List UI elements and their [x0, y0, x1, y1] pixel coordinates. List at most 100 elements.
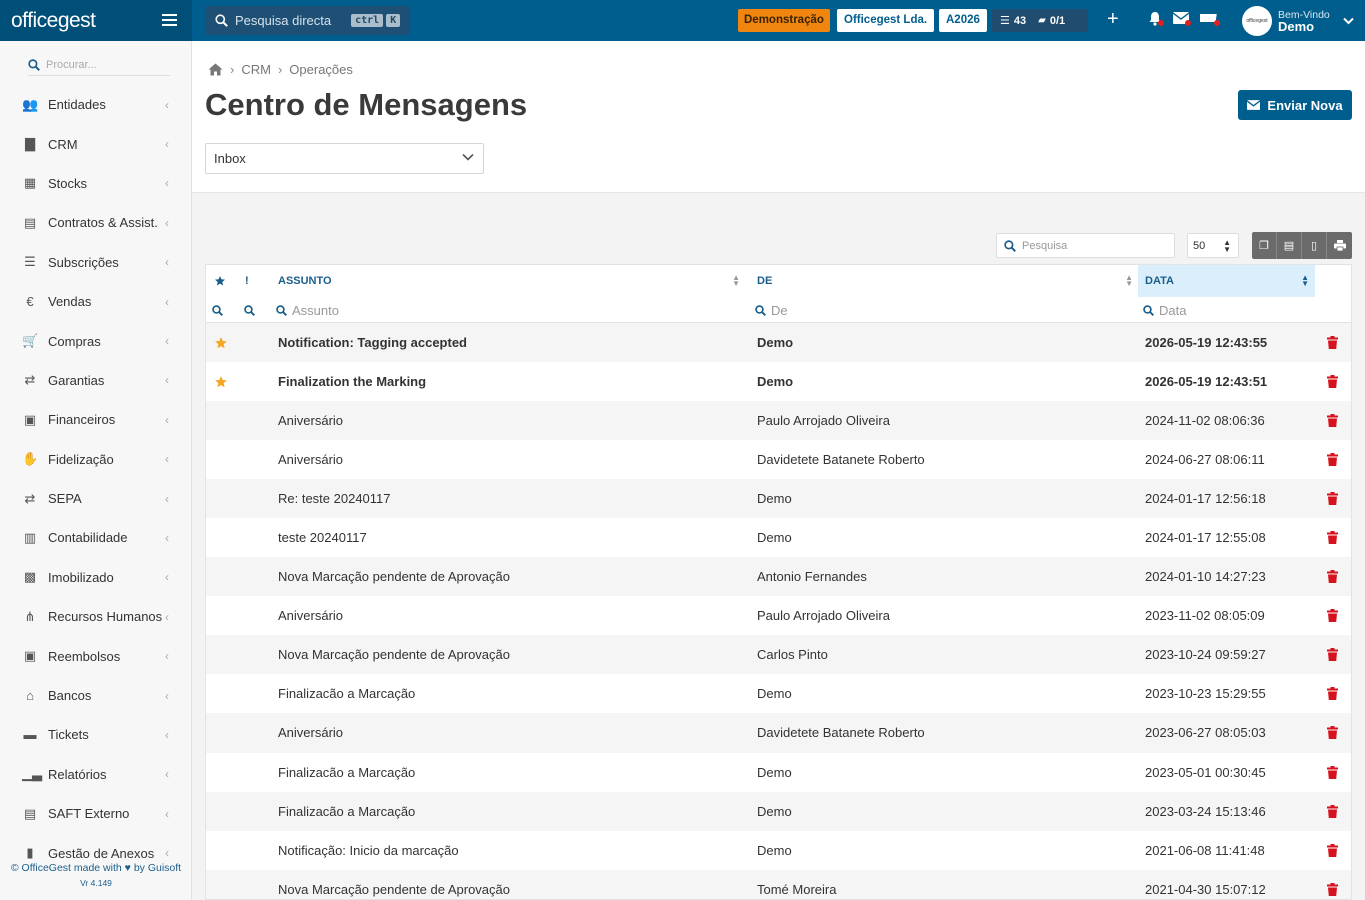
- send-new-button[interactable]: Enviar Nova: [1238, 90, 1352, 120]
- delete-button[interactable]: [1327, 557, 1338, 596]
- delete-button[interactable]: [1327, 635, 1338, 674]
- cell-subject[interactable]: Nova Marcação pendente de Aprovação: [278, 870, 510, 899]
- sidebar-item-financeiros[interactable]: ▣ Financeiros ‹: [0, 400, 191, 439]
- filter-priority[interactable]: [244, 297, 255, 323]
- table-row[interactable]: Nova Marcação pendente de Aprovação Carlo…: [206, 635, 1351, 675]
- delete-button[interactable]: [1327, 596, 1338, 635]
- cell-subject[interactable]: Finalization the Marking: [278, 362, 426, 401]
- sidebar-item-recursos-humanos[interactable]: ⋔ Recursos Humanos ‹: [0, 597, 191, 636]
- sort-icon: ▲ ▼: [732, 273, 740, 288]
- sidebar-item-sepa[interactable]: ⇄ SEPA ‹: [0, 479, 191, 518]
- filter-subject-input[interactable]: Assunto: [276, 297, 339, 323]
- sidebar-item-entidades[interactable]: 👥 Entidades ‹: [0, 85, 191, 124]
- header-star-column[interactable]: [214, 265, 234, 297]
- table-row[interactable]: Aniversário Davidetete Batanete Roberto 20…: [206, 713, 1351, 753]
- sidebar-item-vendas[interactable]: € Vendas ‹: [0, 282, 191, 321]
- table-row[interactable]: teste 20240117 Demo 2024-01-17 12:55:08: [206, 518, 1351, 558]
- sidebar-item-compras[interactable]: 🛒 Compras ‹: [0, 321, 191, 360]
- table-row[interactable]: Nova Marcação pendente de Aprovação Tomé …: [206, 869, 1351, 899]
- sidebar-item-contratos-assist[interactable]: ▤ Contratos & Assist. ‹: [0, 203, 191, 242]
- table-row[interactable]: Finalizacão a Marcação Demo 2023-10-23 15:…: [206, 674, 1351, 714]
- cell-subject[interactable]: Finalizacão a Marcação: [278, 674, 415, 713]
- trash-icon: [1327, 492, 1338, 506]
- table-row[interactable]: Finalizacão a Marcação Demo 2023-05-01 00:…: [206, 752, 1351, 792]
- sidebar-item-stocks[interactable]: ▦ Stocks ‹: [0, 164, 191, 203]
- sidebar-item-subscricoes[interactable]: ☰ Subscrições ‹: [0, 243, 191, 282]
- header-priority[interactable]: !: [245, 265, 265, 297]
- sidebar-item-relatorios[interactable]: ▁▃ Relatórios ‹: [0, 755, 191, 794]
- sidebar-item-imobilizado[interactable]: ▩ Imobilizado ‹: [0, 558, 191, 597]
- global-search[interactable]: Pesquisa directa ctrl K: [205, 6, 410, 35]
- cell-subject[interactable]: Notificação: Inicio da marcação: [278, 831, 459, 870]
- folder-select[interactable]: Inbox: [205, 143, 484, 174]
- copy-button[interactable]: ❐: [1252, 232, 1277, 259]
- cell-subject[interactable]: Aniversário: [278, 401, 343, 440]
- delete-button[interactable]: [1327, 518, 1338, 557]
- star-toggle[interactable]: [214, 323, 228, 362]
- header-from[interactable]: DE ▲ ▼: [757, 265, 1139, 297]
- print-button[interactable]: [1327, 232, 1352, 259]
- sidebar-search-input[interactable]: Procurar...: [28, 54, 170, 76]
- sidebar-item-saft-externo[interactable]: ▤ SAFT Externo ‹: [0, 794, 191, 833]
- sidebar-item-contabilidade[interactable]: ▥ Contabilidade ‹: [0, 518, 191, 557]
- table-row[interactable]: Re: teste 20240117 Demo 2024-01-17 12:56:1…: [206, 479, 1351, 519]
- header-date[interactable]: DATA ▲ ▼: [1138, 265, 1315, 297]
- table-row[interactable]: Notificação: Inicio da marcação Demo 2021-…: [206, 830, 1351, 870]
- task-counters[interactable]: ☰ 43 ▰ 0/1: [992, 9, 1088, 32]
- table-row[interactable]: Finalizacão a Marcação Demo 2023-03-24 15:…: [206, 791, 1351, 831]
- sidebar-item-reembolsos[interactable]: ▣ Reembolsos ‹: [0, 636, 191, 675]
- table-row[interactable]: Aniversário Paulo Arrojado Oliveira 2024-1…: [206, 401, 1351, 441]
- cell-subject[interactable]: Finalizacão a Marcação: [278, 792, 415, 831]
- delete-button[interactable]: [1327, 674, 1338, 713]
- table-row[interactable]: Notification: Tagging accepted Demo 2026-0…: [206, 323, 1351, 363]
- cell-subject[interactable]: Nova Marcação pendente de Aprovação: [278, 557, 510, 596]
- user-menu[interactable]: officegest Bem-Vindo Demo: [1242, 5, 1354, 36]
- logo[interactable]: officegest: [0, 0, 192, 41]
- pdf-button[interactable]: ▯: [1302, 232, 1327, 259]
- delete-button[interactable]: [1327, 401, 1338, 440]
- delete-button[interactable]: [1327, 831, 1338, 870]
- table-row[interactable]: Aniversário Davidetete Batanete Roberto 20…: [206, 440, 1351, 480]
- cell-subject[interactable]: Nova Marcação pendente de Aprovação: [278, 635, 510, 674]
- cell-subject[interactable]: Aniversário: [278, 440, 343, 479]
- sidebar-item-crm[interactable]: ▇ CRM ‹: [0, 124, 191, 163]
- table-row[interactable]: Nova Marcação pendente de Aprovação Anton…: [206, 557, 1351, 597]
- delete-button[interactable]: [1327, 753, 1338, 792]
- company-selector[interactable]: Officegest Lda.: [837, 9, 935, 32]
- sidebar-item-garantias[interactable]: ⇄ Garantias ‹: [0, 361, 191, 400]
- delete-button[interactable]: [1327, 479, 1338, 518]
- cell-subject[interactable]: Re: teste 20240117: [278, 479, 391, 518]
- sidebar-item-tickets[interactable]: ▬ Tickets ‹: [0, 715, 191, 754]
- sidebar-item-bancos[interactable]: ⌂ Bancos ‹: [0, 676, 191, 715]
- breadcrumb-item-operations[interactable]: Operações: [289, 62, 353, 77]
- table-search-input[interactable]: Pesquisa: [996, 233, 1175, 258]
- breadcrumb-item-crm[interactable]: CRM: [241, 62, 271, 77]
- cell-subject[interactable]: Aniversário: [278, 596, 343, 635]
- year-selector[interactable]: A2026: [939, 9, 987, 32]
- delete-button[interactable]: [1327, 870, 1338, 899]
- delete-button[interactable]: [1327, 440, 1338, 479]
- add-icon[interactable]: +: [1107, 8, 1119, 31]
- delete-button[interactable]: [1327, 323, 1338, 362]
- page-header: › CRM › Operações Centro de Mensagens En…: [192, 41, 1365, 193]
- cell-subject[interactable]: teste 20240117: [278, 518, 367, 557]
- filter-star[interactable]: [212, 297, 223, 323]
- table-row[interactable]: Finalization the Marking Demo 2026-05-19 1…: [206, 362, 1351, 402]
- star-toggle[interactable]: [214, 362, 228, 401]
- cell-subject[interactable]: Notification: Tagging accepted: [278, 323, 467, 362]
- demo-mode-badge[interactable]: Demonstração: [738, 9, 830, 32]
- filter-from-input[interactable]: De: [755, 297, 788, 323]
- excel-button[interactable]: ▤: [1277, 232, 1302, 259]
- home-icon[interactable]: [208, 63, 223, 76]
- filter-date-input[interactable]: Data: [1143, 297, 1186, 323]
- delete-button[interactable]: [1327, 362, 1338, 401]
- header-subject[interactable]: ASSUNTO ▲ ▼: [278, 265, 746, 297]
- delete-button[interactable]: [1327, 713, 1338, 752]
- sidebar-item-fidelizacao[interactable]: ✋ Fidelização ‹: [0, 440, 191, 479]
- delete-button[interactable]: [1327, 792, 1338, 831]
- table-row[interactable]: Aniversário Paulo Arrojado Oliveira 2023-1…: [206, 596, 1351, 636]
- cell-subject[interactable]: Aniversário: [278, 713, 343, 752]
- cell-subject[interactable]: Finalizacão a Marcação: [278, 753, 415, 792]
- hamburger-menu-icon[interactable]: [162, 14, 177, 26]
- page-size-select[interactable]: 50 ▲ ▼: [1187, 233, 1239, 258]
